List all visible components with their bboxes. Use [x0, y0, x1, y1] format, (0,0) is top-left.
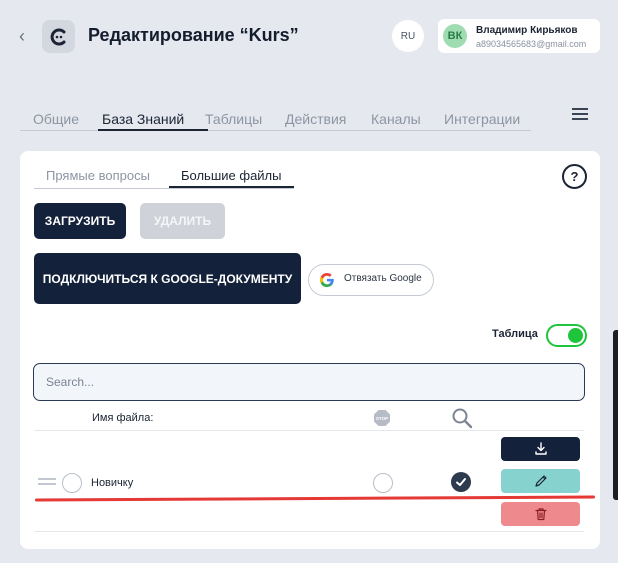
avatar: ВК [443, 24, 467, 48]
upload-button[interactable]: ЗАГРУЗИТЬ [34, 203, 126, 239]
stop-icon: STOP [374, 410, 390, 426]
annotation-underline [34, 495, 596, 502]
trash-icon [534, 508, 547, 521]
main-tabs: Общие База Знаний Таблицы Действия Канал… [20, 109, 531, 131]
table-toggle[interactable] [546, 324, 587, 347]
knowledge-base-panel: Прямые вопросы Большие файлы ? ЗАГРУЗИТЬ… [20, 151, 600, 549]
active-subtab-indicator [169, 186, 294, 188]
search-input[interactable]: Search... [33, 363, 585, 401]
tab-actions[interactable]: Действия [285, 111, 346, 127]
tab-knowledge-base[interactable]: База Знаний [102, 111, 184, 127]
row-search-checkbox[interactable] [451, 472, 471, 492]
table-divider [34, 430, 584, 431]
google-icon [319, 273, 334, 288]
column-header-file-name: Имя файла: [92, 412, 154, 424]
user-card[interactable]: ВК Владимир Кирьяков a89034565683@gmail.… [438, 19, 600, 53]
download-icon [534, 442, 547, 455]
delete-row-button[interactable] [501, 502, 580, 526]
check-icon [456, 478, 466, 486]
tab-general[interactable]: Общие [33, 111, 79, 127]
unlink-google-label: Отвязать Google [344, 273, 422, 284]
table-divider-bottom [34, 531, 584, 532]
menu-icon[interactable] [572, 108, 588, 122]
drag-handle-icon[interactable] [38, 478, 56, 486]
back-arrow-icon[interactable]: ‹ [19, 26, 35, 46]
side-edge-bar [613, 330, 618, 500]
tab-channels[interactable]: Каналы [371, 111, 421, 127]
app-logo-icon [42, 20, 75, 53]
subtab-large-files[interactable]: Большие файлы [181, 168, 281, 183]
row-stop-checkbox[interactable] [373, 473, 393, 493]
row-select-checkbox[interactable] [62, 473, 82, 493]
subtab-direct-questions[interactable]: Прямые вопросы [46, 168, 150, 183]
connect-google-doc-button[interactable]: ПОДКЛЮЧИТЬСЯ К GOOGLE-ДОКУМЕНТУ [34, 253, 301, 304]
page-title: Редактирование “Kurs” [88, 25, 299, 45]
tab-tables[interactable]: Таблицы [205, 111, 262, 127]
sub-tabs: Прямые вопросы Большие файлы [34, 166, 294, 189]
file-name: Новичку [91, 477, 134, 489]
pencil-icon [534, 475, 547, 487]
delete-button[interactable]: УДАЛИТЬ [140, 203, 225, 239]
search-icon [452, 408, 473, 429]
table-toggle-label: Таблица [492, 328, 538, 340]
help-icon[interactable]: ? [562, 164, 587, 189]
tab-integrations[interactable]: Интеграции [444, 111, 520, 127]
toggle-knob [568, 328, 583, 343]
download-button[interactable] [501, 437, 580, 461]
search-placeholder: Search... [46, 375, 95, 389]
language-switch[interactable]: RU [392, 20, 424, 52]
active-tab-indicator [98, 129, 208, 131]
user-email: a89034565683@gmail.com [476, 39, 587, 49]
user-name: Владимир Кирьяков [476, 25, 578, 36]
edit-button[interactable] [501, 469, 580, 493]
svg-text:STOP: STOP [376, 416, 388, 421]
unlink-google-button[interactable]: Отвязать Google [308, 264, 434, 296]
